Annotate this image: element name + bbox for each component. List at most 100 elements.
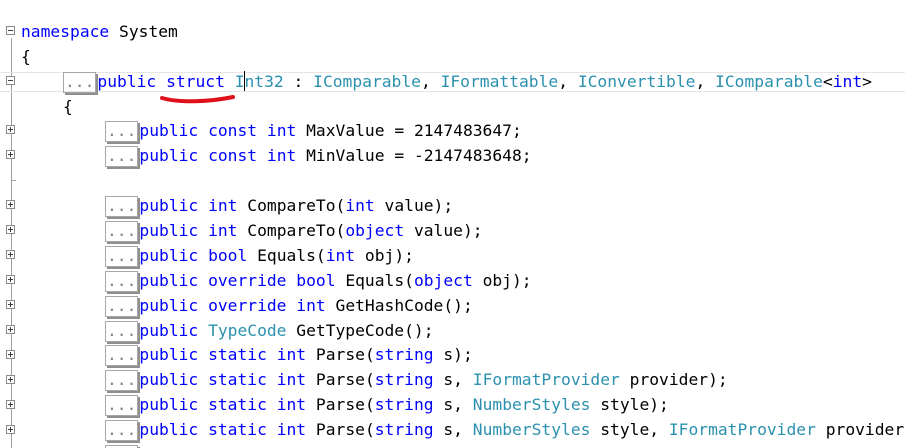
expand-toggle-icon[interactable] <box>6 150 15 159</box>
keyword-token: const <box>208 146 258 165</box>
keyword-token: int <box>266 121 297 140</box>
code-token: value); <box>404 221 483 240</box>
keyword-token: public <box>139 296 199 315</box>
code-token: { <box>21 47 31 66</box>
collapsed-region-button[interactable]: ... <box>105 395 139 416</box>
code-token: > <box>862 72 872 91</box>
keyword-token: namespace <box>21 22 110 41</box>
type-token: NumberStyles <box>472 395 591 414</box>
type-token: IComparable <box>313 72 421 91</box>
collapsed-region-button[interactable]: ... <box>105 370 139 391</box>
code-token: Parse( <box>306 345 375 364</box>
code-line: ... public int CompareTo(object value); <box>105 218 483 243</box>
keyword-token: int <box>325 246 356 265</box>
keyword-token: int <box>296 296 326 315</box>
expand-toggle-icon[interactable] <box>6 325 15 334</box>
collapsed-region-button[interactable]: ... <box>105 296 139 317</box>
code-line: { <box>21 44 31 69</box>
red-underline-annotation <box>160 95 235 104</box>
code-token: obj); <box>355 246 414 265</box>
keyword-token: public <box>139 271 199 290</box>
keyword-token: int <box>276 370 307 389</box>
keyword-token: override <box>208 271 287 290</box>
expand-toggle-icon[interactable] <box>6 300 15 309</box>
type-token: IFormatProvider <box>472 370 620 389</box>
outline-end-marker <box>11 180 16 181</box>
keyword-token: const <box>208 121 258 140</box>
collapsed-region-button[interactable]: ... <box>105 196 139 217</box>
code-line: ... public int CompareTo(int value); <box>105 193 453 218</box>
code-token: value); <box>374 196 454 215</box>
collapsed-region-button[interactable]: ... <box>105 121 139 142</box>
collapse-toggle-icon[interactable] <box>6 76 15 85</box>
code-token: , <box>695 72 716 91</box>
keyword-token: public <box>139 395 199 414</box>
code-line: ... public bool Equals(int obj); <box>105 243 414 268</box>
collapsed-region-button[interactable]: ... <box>105 345 139 366</box>
collapsed-region-button[interactable]: ... <box>63 72 97 93</box>
code-line: ... public static int Parse(string s, Num… <box>105 392 669 417</box>
keyword-token: struct <box>166 72 225 91</box>
keyword-token: public <box>139 146 199 165</box>
code-token: Equals( <box>335 271 414 290</box>
keyword-token: string <box>374 395 434 414</box>
keyword-token: object <box>413 271 473 290</box>
collapse-toggle-icon[interactable] <box>6 26 15 35</box>
keyword-token: int <box>208 196 238 215</box>
code-token: MaxValue = 2147483647; <box>296 121 522 140</box>
code-line: namespace System <box>21 19 178 44</box>
expand-toggle-icon[interactable] <box>6 125 15 134</box>
collapsed-region-button[interactable]: ... <box>105 321 139 342</box>
type-token: IConvertible <box>577 72 696 91</box>
expand-toggle-icon[interactable] <box>6 400 15 409</box>
code-line: ... public struct Int32 : IComparable, IF… <box>63 69 872 94</box>
expand-toggle-icon[interactable] <box>6 225 15 234</box>
code-token: s, <box>433 370 473 389</box>
expand-toggle-icon[interactable] <box>6 375 15 384</box>
code-token: provider); <box>825 420 905 439</box>
keyword-token: int <box>276 395 307 414</box>
collapsed-region-button[interactable]: ... <box>105 246 139 267</box>
keyword-token: int <box>832 72 863 91</box>
keyword-token: static <box>208 395 267 414</box>
keyword-token: public <box>139 420 199 439</box>
code-line: ... public const int MaxValue = 214748364… <box>105 118 522 143</box>
expand-toggle-icon[interactable] <box>6 425 15 434</box>
keyword-token: object <box>345 221 405 240</box>
collapsed-region-button[interactable]: ... <box>105 221 139 242</box>
keyword-token: int <box>345 196 375 215</box>
code-line: ... public const int MinValue = -21474836… <box>105 143 532 168</box>
code-token: , <box>420 72 441 91</box>
code-line: ... public static int Parse(string s, Num… <box>105 417 905 442</box>
code-token: { <box>63 97 73 116</box>
keyword-token: public <box>97 72 157 91</box>
expand-toggle-icon[interactable] <box>6 350 15 359</box>
code-editor[interactable]: namespace System { ... public struct Int3… <box>0 0 905 448</box>
code-token: Parse( <box>306 420 375 439</box>
type-token: IFormatProvider <box>668 420 816 439</box>
collapsed-region-button[interactable]: ... <box>105 420 139 441</box>
expand-toggle-icon[interactable] <box>6 250 15 259</box>
collapsed-region-button[interactable]: ... <box>105 271 139 292</box>
keyword-token: int <box>276 345 307 364</box>
expand-toggle-icon[interactable] <box>6 200 15 209</box>
code-token: s); <box>433 345 473 364</box>
keyword-token: int <box>266 146 297 165</box>
code-token: CompareTo( <box>237 196 346 215</box>
keyword-token: static <box>208 420 267 439</box>
keyword-token: string <box>374 345 434 364</box>
collapsed-region-button[interactable]: ... <box>105 146 139 167</box>
expand-toggle-icon[interactable] <box>6 275 15 284</box>
keyword-token: public <box>139 370 199 389</box>
code-token: CompareTo( <box>237 221 346 240</box>
